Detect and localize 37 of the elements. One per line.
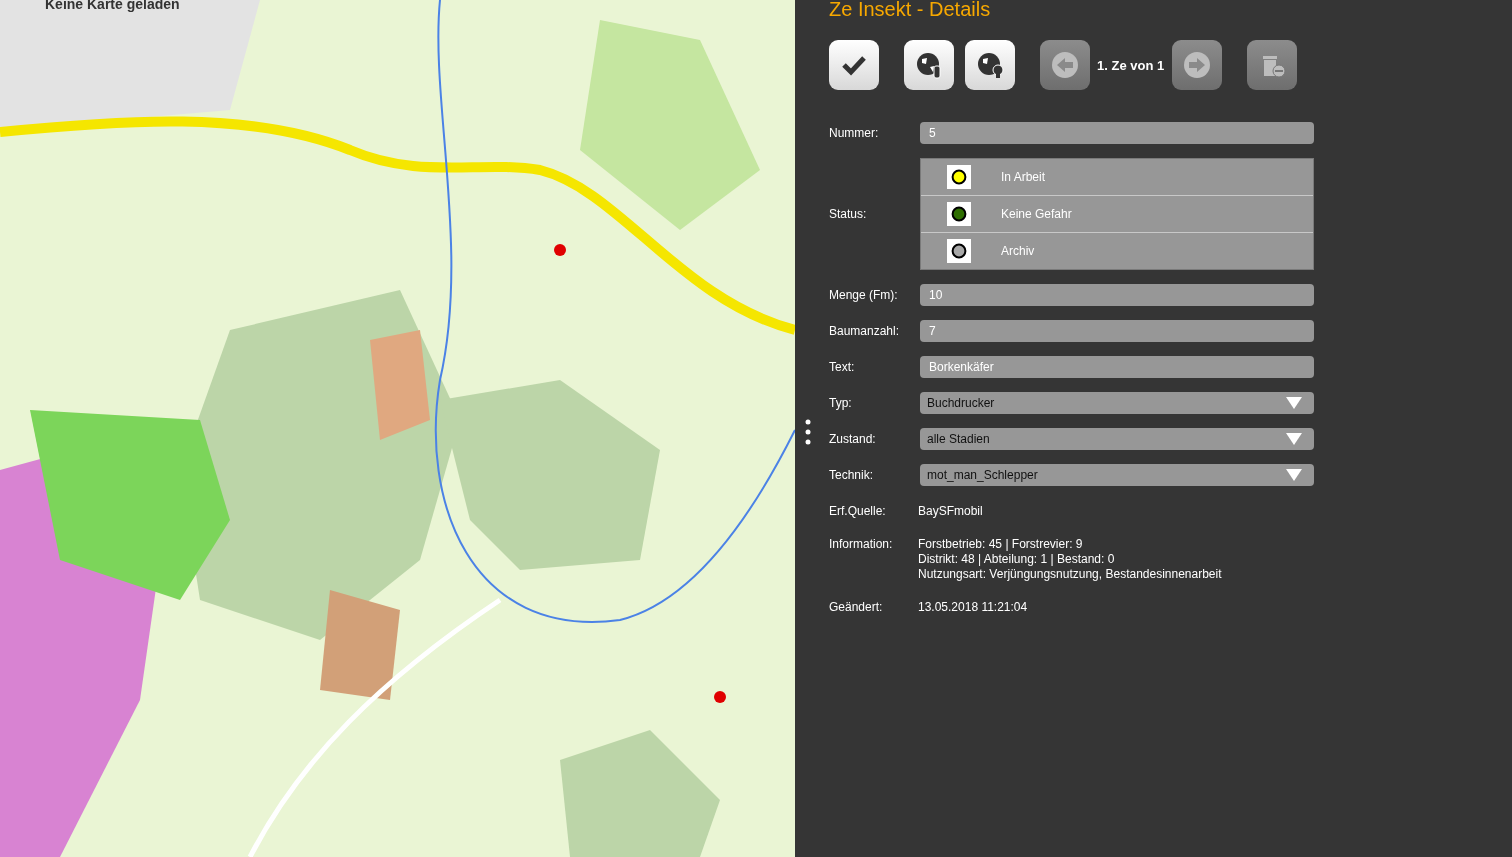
resize-handle-icon[interactable] bbox=[805, 419, 811, 445]
globe-hand-icon bbox=[914, 50, 944, 80]
map-pick-button[interactable] bbox=[904, 40, 954, 90]
input-field[interactable]: 10 bbox=[920, 284, 1314, 306]
info-text: 13.05.2018 11:21:04 bbox=[918, 600, 1028, 615]
dropdown[interactable]: alle Stadien bbox=[920, 428, 1314, 450]
field-label: Nummer: bbox=[829, 126, 880, 140]
field-label: Text: bbox=[829, 360, 856, 374]
input-field[interactable]: 7 bbox=[920, 320, 1314, 342]
status-option[interactable]: Keine Gefahr bbox=[921, 196, 1313, 233]
field-label: Status: bbox=[829, 207, 868, 221]
info-text: Distrikt: 48 | Abteilung: 1 | Bestand: 0 bbox=[918, 552, 1116, 567]
field-label: Technik: bbox=[829, 468, 875, 482]
globe-bulb-icon bbox=[975, 50, 1005, 80]
field-label: Erf.Quelle: bbox=[829, 504, 887, 518]
field-label: Typ: bbox=[829, 396, 853, 410]
field-label: Menge (Fm): bbox=[829, 288, 899, 302]
info-text: Forstbetrieb: 45 | Forstrevier: 9 bbox=[918, 537, 1084, 552]
field-label: Information: bbox=[829, 537, 894, 551]
dropdown-arrow-icon bbox=[1286, 469, 1302, 481]
dropdown-arrow-icon bbox=[1286, 433, 1302, 445]
map-locate-button[interactable] bbox=[965, 40, 1015, 90]
record-counter: 1. Ze von 1 bbox=[1097, 57, 1165, 73]
confirm-button[interactable] bbox=[829, 40, 879, 90]
panel-title: Ze Insekt - Details bbox=[829, 0, 992, 21]
dropdown[interactable]: mot_man_Schlepper bbox=[920, 464, 1314, 486]
field-label: Baumanzahl: bbox=[829, 324, 901, 338]
info-text: BaySFmobil bbox=[918, 504, 983, 519]
status-option[interactable]: Archiv bbox=[921, 233, 1313, 269]
input-field[interactable]: 5 bbox=[920, 122, 1314, 144]
field-label: Geändert: bbox=[829, 600, 884, 614]
input-field[interactable]: Borkenkäfer bbox=[920, 356, 1314, 378]
info-text: Nutzungsart: Verjüngungsnutzung, Bestandesinnenarbeit bbox=[918, 567, 1222, 582]
dropdown[interactable]: Buchdrucker bbox=[920, 392, 1314, 414]
field-label: Zustand: bbox=[829, 432, 877, 446]
dropdown-arrow-icon bbox=[1286, 397, 1302, 409]
status-option[interactable]: In Arbeit bbox=[921, 159, 1313, 196]
